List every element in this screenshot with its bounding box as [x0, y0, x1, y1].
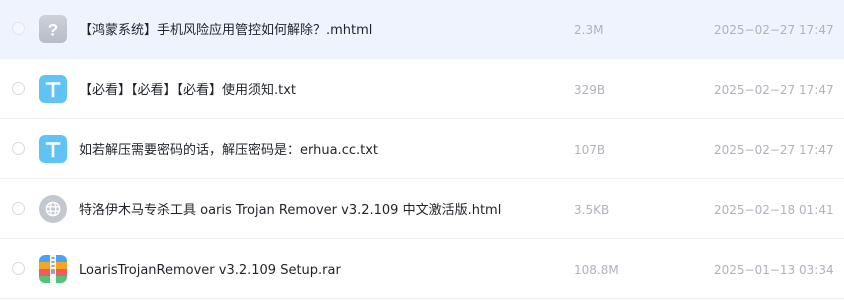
row-checkbox[interactable]: [12, 142, 25, 155]
file-name[interactable]: 【必看】【必看】【必看】使用须知.txt: [79, 60, 296, 119]
text-file-icon: [39, 135, 67, 163]
row-checkbox[interactable]: [12, 262, 25, 275]
file-size: 107B: [574, 143, 606, 157]
file-size: 108.8M: [574, 263, 619, 277]
file-name[interactable]: 【鸿蒙系统】手机风险应用管控如何解除？.mhtml: [79, 0, 372, 59]
file-row[interactable]: 如若解压需要密码的话，解压密码是：erhua.cc.txt 107B 2025−…: [0, 120, 844, 179]
file-date: 2025−01−13 03:34: [714, 263, 834, 277]
row-checkbox[interactable]: [12, 82, 25, 95]
file-name[interactable]: 如若解压需要密码的话，解压密码是：erhua.cc.txt: [79, 120, 378, 179]
file-row[interactable]: 特洛伊木马专杀工具 oaris Trojan Remover v3.2.109 …: [0, 180, 844, 239]
file-list: ? 【鸿蒙系统】手机风险应用管控如何解除？.mhtml 2.3M 2025−02…: [0, 0, 844, 300]
file-size: 2.3M: [574, 23, 604, 37]
archive-file-icon: [39, 255, 67, 283]
file-date: 2025−02−27 17:47: [714, 83, 834, 97]
file-name[interactable]: 特洛伊木马专杀工具 oaris Trojan Remover v3.2.109 …: [79, 180, 501, 239]
row-checkbox[interactable]: [12, 202, 25, 215]
file-name[interactable]: LoarisTrojanRemover v3.2.109 Setup.rar: [79, 240, 341, 299]
file-date: 2025−02−27 17:47: [714, 23, 834, 37]
file-row[interactable]: LoarisTrojanRemover v3.2.109 Setup.rar 1…: [0, 240, 844, 299]
file-size: 329B: [574, 83, 606, 97]
file-date: 2025−02−27 17:47: [714, 143, 834, 157]
file-row[interactable]: ? 【鸿蒙系统】手机风险应用管控如何解除？.mhtml 2.3M 2025−02…: [0, 0, 844, 59]
file-size: 3.5KB: [574, 203, 610, 217]
text-file-icon: [39, 75, 67, 103]
row-checkbox[interactable]: [12, 22, 25, 35]
web-file-icon: [39, 195, 67, 223]
file-date: 2025−02−18 01:41: [714, 203, 834, 217]
file-row[interactable]: 【必看】【必看】【必看】使用须知.txt 329B 2025−02−27 17:…: [0, 60, 844, 119]
unknown-file-icon: ?: [39, 15, 67, 43]
svg-text:?: ?: [48, 21, 58, 40]
